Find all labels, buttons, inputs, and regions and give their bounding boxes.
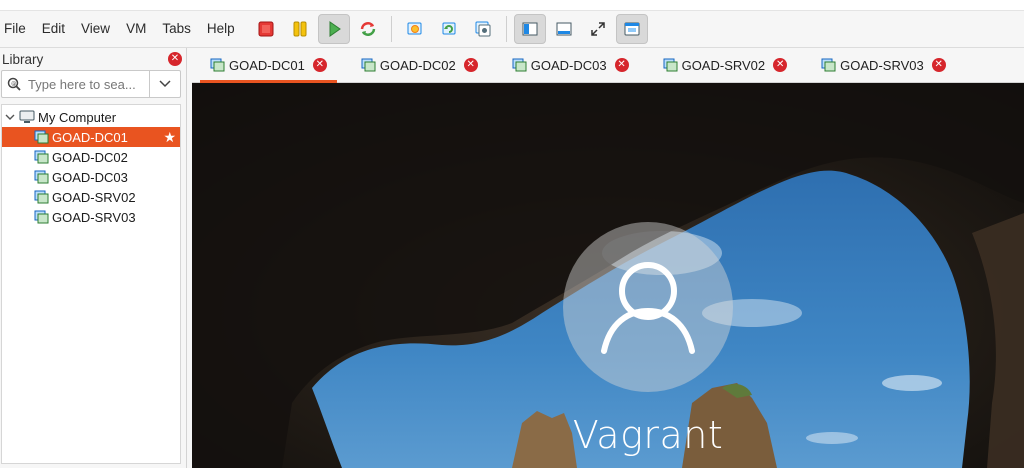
library-search: @ — [1, 70, 181, 98]
close-tab-button[interactable]: ✕ — [931, 58, 946, 72]
close-icon: ✕ — [466, 59, 475, 70]
chevron-down-icon[interactable] — [4, 111, 16, 123]
library-toggle-button[interactable] — [513, 14, 546, 44]
menu-help[interactable]: Help — [199, 11, 243, 47]
tree-item-goad-dc03[interactable]: GOAD-DC03 — [2, 167, 180, 187]
search-dropdown-button[interactable] — [149, 71, 180, 97]
menu-tabs[interactable]: Tabs — [154, 11, 199, 47]
vm-icon — [34, 150, 49, 164]
fullscreen-button[interactable] — [582, 14, 614, 44]
vm-icon — [34, 130, 49, 144]
search-icon: @ — [2, 77, 26, 91]
close-icon: ✕ — [315, 59, 325, 70]
vm-icon — [361, 58, 376, 72]
fullscreen-icon — [590, 22, 605, 36]
close-icon: ✕ — [934, 59, 943, 70]
window-top-edge — [0, 0, 1024, 11]
vm-console[interactable]: Vagrant — [192, 83, 1024, 468]
power-off-icon — [258, 21, 274, 37]
revert-snapshot-icon — [442, 22, 456, 35]
tree-item-label: GOAD-DC03 — [52, 169, 128, 185]
thumbnail-bar-button[interactable] — [548, 14, 580, 44]
tab-label: GOAD-DC02 — [379, 57, 456, 73]
library-tree: My Computer GOAD-DC01 ★ GOAD-DC02 GOAD-D… — [1, 104, 181, 464]
tree-item-my-computer[interactable]: My Computer — [2, 107, 180, 127]
close-tab-button[interactable]: ✕ — [773, 58, 788, 72]
lock-screen-username: Vagrant — [572, 413, 724, 457]
close-tab-button[interactable]: ✕ — [312, 58, 327, 72]
menu-bar: File Edit View VM Tabs Help — [0, 11, 243, 47]
svg-text:@: @ — [11, 81, 16, 87]
vm-icon — [821, 58, 836, 72]
snapshot-button[interactable] — [399, 14, 431, 44]
vm-icon — [512, 58, 527, 72]
close-library-button[interactable]: ✕ — [168, 52, 182, 66]
tree-item-label: GOAD-SRV02 — [52, 189, 136, 205]
manage-snapshots-icon — [475, 21, 491, 37]
tab-label: GOAD-DC03 — [530, 57, 607, 73]
lock-screen-background — [192, 83, 1024, 468]
menu-vm[interactable]: VM — [118, 11, 154, 47]
close-tab-button[interactable]: ✕ — [463, 58, 478, 72]
play-icon — [329, 21, 341, 37]
tab-label: GOAD-SRV02 — [681, 57, 766, 73]
tab-goad-dc03[interactable]: GOAD-DC03 ✕ — [502, 48, 639, 82]
close-icon: ✕ — [170, 53, 180, 64]
tab-goad-dc02[interactable]: GOAD-DC02 ✕ — [351, 48, 488, 82]
revert-snapshot-button[interactable] — [433, 14, 465, 44]
toolbar-separator — [390, 16, 392, 42]
library-title: Library — [2, 51, 44, 67]
library-panel: Library ✕ @ My Computer GOAD-DC01 ★ GOAD… — [0, 48, 187, 468]
library-header: Library ✕ — [0, 48, 186, 70]
tree-item-goad-dc02[interactable]: GOAD-DC02 — [2, 147, 180, 167]
suspend-icon — [293, 21, 307, 37]
vm-tab-bar: GOAD-DC01 ✕ GOAD-DC02 ✕ GOAD-DC03 ✕ GOAD… — [192, 48, 1024, 83]
vm-icon — [210, 58, 225, 72]
unity-button[interactable] — [615, 14, 648, 44]
thumbnail-bar-icon — [556, 22, 572, 36]
power-off-button[interactable] — [250, 14, 282, 44]
toolbar-separator — [505, 16, 507, 42]
vm-icon — [34, 170, 49, 184]
reset-button[interactable] — [352, 14, 384, 44]
chevron-down-icon — [159, 80, 171, 88]
tab-goad-srv02[interactable]: GOAD-SRV02 ✕ — [653, 48, 798, 82]
suspend-button[interactable] — [284, 14, 316, 44]
close-tab-button[interactable]: ✕ — [614, 58, 629, 72]
snapshot-icon — [407, 22, 422, 35]
toolbar-buttons — [249, 14, 649, 44]
favorite-star-icon[interactable]: ★ — [163, 129, 176, 146]
vm-icon — [34, 190, 49, 204]
vm-icon — [34, 210, 49, 224]
tab-goad-srv03[interactable]: GOAD-SRV03 ✕ — [811, 48, 956, 82]
tree-item-label: GOAD-DC01 — [52, 129, 128, 145]
tab-goad-dc01[interactable]: GOAD-DC01 ✕ — [200, 48, 337, 83]
tree-item-label: My Computer — [38, 109, 117, 125]
computer-icon — [19, 110, 35, 123]
menu-file[interactable]: File — [2, 11, 34, 47]
unity-icon — [624, 22, 640, 36]
play-button[interactable] — [317, 14, 350, 44]
tree-item-label: GOAD-DC02 — [52, 149, 128, 165]
manage-snapshots-button[interactable] — [467, 14, 499, 44]
tab-label: GOAD-DC01 — [229, 57, 305, 73]
tree-item-goad-dc01[interactable]: GOAD-DC01 ★ — [2, 127, 180, 147]
library-search-input[interactable] — [26, 75, 148, 93]
menu-view[interactable]: View — [73, 11, 118, 47]
tab-label: GOAD-SRV03 — [840, 57, 924, 73]
close-icon: ✕ — [775, 59, 785, 70]
tree-item-goad-srv03[interactable]: GOAD-SRV03 — [2, 207, 180, 227]
vm-icon — [663, 58, 678, 72]
reset-icon — [360, 22, 375, 36]
menu-edit[interactable]: Edit — [34, 11, 73, 47]
close-icon: ✕ — [617, 59, 626, 70]
tree-item-goad-srv02[interactable]: GOAD-SRV02 — [2, 187, 180, 207]
toolbar: File Edit View VM Tabs Help — [0, 11, 1024, 48]
tree-item-label: GOAD-SRV03 — [52, 209, 136, 225]
library-toggle-icon — [522, 22, 538, 36]
